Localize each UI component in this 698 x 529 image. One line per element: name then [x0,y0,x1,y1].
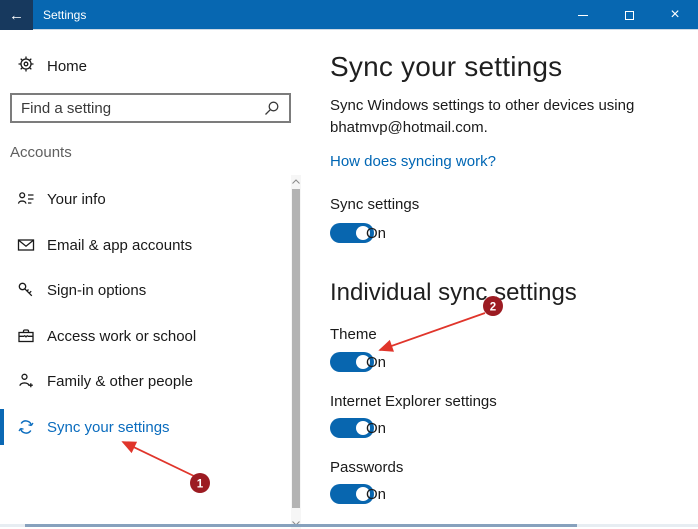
scroll-up-icon[interactable] [291,175,301,187]
horizontal-scrollbar-thumb[interactable] [25,524,577,527]
sidebar-section-accounts: Accounts [10,144,72,161]
briefcase-icon [17,327,35,345]
sidebar: Home Accounts Your info Email & app acco… [0,31,310,529]
sync-settings-state: On [366,225,386,242]
envelope-icon [17,236,35,254]
sidebar-item-label: Sync your settings [47,419,170,436]
sync-description: Sync Windows settings to other devices u… [330,95,660,139]
gear-icon [17,55,35,78]
sidebar-item-access-work-school[interactable]: Access work or school [0,313,290,359]
search-icon[interactable] [263,100,280,117]
minimize-icon [578,15,588,16]
page-title: Sync your settings [330,51,562,83]
sidebar-item-sync-your-settings[interactable]: Sync your settings [0,404,290,450]
sidebar-item-label: Sign-in options [47,282,146,299]
close-button[interactable]: × [652,0,698,30]
how-syncing-works-link[interactable]: How does syncing work? [330,153,496,170]
back-button[interactable]: ← [0,0,33,30]
passwords-label: Passwords [330,459,403,476]
minimize-button[interactable] [560,0,606,30]
key-icon [17,281,35,299]
search-box[interactable] [10,93,291,123]
sidebar-item-label: Family & other people [47,373,193,390]
passwords-state: On [366,486,386,503]
maximize-icon [625,11,634,20]
sidebar-item-label: Access work or school [47,328,196,345]
sidebar-scrollbar-thumb[interactable] [292,189,300,508]
close-icon: × [670,7,679,23]
sidebar-item-your-info[interactable]: Your info [0,176,290,222]
sidebar-item-home[interactable]: Home [0,48,290,84]
sidebar-item-label: Your info [47,191,106,208]
content-pane: Sync your settings Sync Windows settings… [310,31,687,529]
section-title: Individual sync settings [330,279,577,307]
sync-icon [17,418,35,436]
selected-accent-bar [0,409,4,445]
back-arrow-icon: ← [9,7,24,24]
title-bar: ← Settings × [0,0,698,30]
theme-state: On [366,354,386,371]
internet-explorer-settings-label: Internet Explorer settings [330,393,497,410]
search-input[interactable] [12,100,263,117]
sidebar-item-label: Home [47,58,87,75]
scroll-down-icon[interactable] [291,517,301,529]
person-card-icon [17,190,35,208]
maximize-button[interactable] [606,0,652,30]
sidebar-scrollbar[interactable] [291,175,301,529]
sidebar-item-sign-in-options[interactable]: Sign-in options [0,267,290,313]
internet-explorer-settings-state: On [366,420,386,437]
theme-label: Theme [330,326,377,343]
sidebar-item-label: Email & app accounts [47,237,192,254]
sidebar-item-email-app-accounts[interactable]: Email & app accounts [0,222,290,268]
person-plus-icon [17,372,35,390]
sync-settings-label: Sync settings [330,196,419,213]
window-title: Settings [43,0,86,30]
sidebar-item-family-other-people[interactable]: Family & other people [0,358,290,404]
